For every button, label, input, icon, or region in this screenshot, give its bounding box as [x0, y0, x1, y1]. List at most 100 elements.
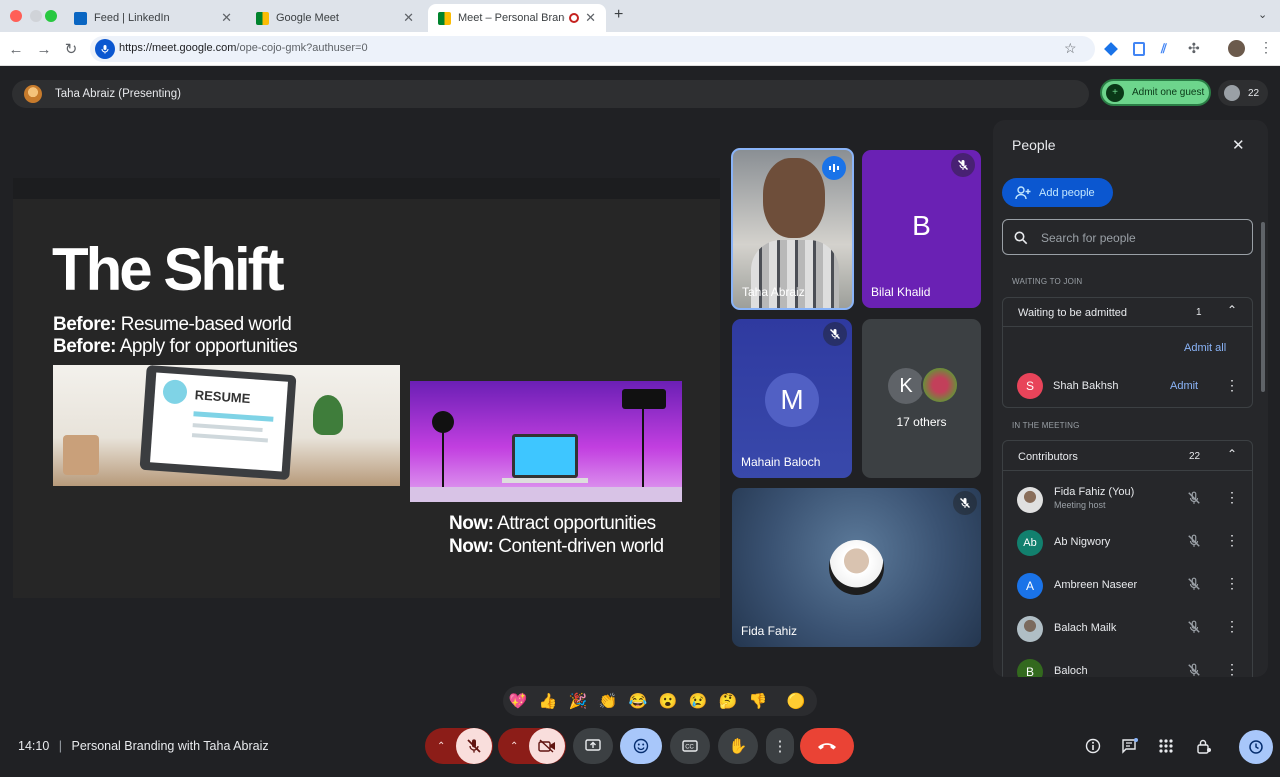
bookmark-star-icon[interactable]: ☆ [1064, 40, 1077, 57]
close-icon[interactable]: ✕ [403, 10, 414, 26]
reaction-surprised[interactable]: 😮 [655, 688, 681, 714]
waiting-group-header[interactable]: Waiting to be admitted 1 ⌃ [1003, 298, 1252, 327]
meeting-details-button[interactable] [1080, 733, 1106, 759]
new-tab-button[interactable]: + [614, 6, 623, 24]
tile-mahain-baloch[interactable]: M Mahain Baloch [732, 319, 852, 478]
meeting-title: Personal Branding with Taha Abraiz [71, 739, 269, 753]
admit-all-button[interactable]: Admit all [1184, 342, 1226, 354]
more-options-button[interactable]: ⋮ [766, 728, 794, 764]
slide-now-line-2: Now: Content-driven world [449, 536, 664, 557]
tab-google-meet[interactable]: Google Meet ✕ [246, 4, 424, 32]
more-options-icon[interactable]: ⋮ [1225, 377, 1239, 394]
window-zoom-button[interactable] [45, 10, 57, 22]
reaction-laugh[interactable]: 😂 [625, 688, 651, 714]
reaction-thumbs-up[interactable]: 👍 [535, 688, 561, 714]
mic-toggle-button[interactable] [456, 728, 492, 764]
list-item[interactable]: B Baloch ⋮ [1003, 651, 1252, 677]
analytics-extension-icon[interactable]: ⫽ [1161, 41, 1167, 57]
more-options-icon[interactable]: ⋮ [1225, 575, 1239, 592]
tile-name: Fida Fahiz [741, 624, 798, 638]
coffee-cup-shape [63, 435, 99, 475]
docs-extension-icon[interactable] [1133, 42, 1145, 56]
close-panel-icon[interactable]: ✕ [1232, 136, 1245, 154]
camera-options-chevron-icon[interactable]: ⌃ [510, 741, 518, 752]
chat-icon [1122, 738, 1138, 754]
camera-toggle-button[interactable] [529, 728, 565, 764]
timer-button[interactable] [1239, 730, 1273, 764]
chat-button[interactable] [1117, 733, 1143, 759]
browser-menu-icon[interactable]: ⋮ [1259, 39, 1273, 56]
mic-off-icon [951, 153, 975, 177]
forward-arrow-icon[interactable]: → [33, 38, 55, 60]
browser-tab-strip: Feed | LinkedIn ✕ Google Meet ✕ Meet – P… [0, 0, 1280, 32]
tile-others[interactable]: K 17 others [862, 319, 981, 478]
tile-taha-abraiz[interactable]: Taha Abraiz [731, 148, 854, 310]
more-options-icon[interactable]: ⋮ [1225, 661, 1239, 677]
tile-initial: B [912, 210, 931, 241]
tile-name: Bilal Khalid [871, 285, 931, 299]
back-arrow-icon[interactable]: ← [5, 38, 27, 60]
extension-icon[interactable] [1104, 42, 1118, 56]
list-item[interactable]: Ab Ab Nigwory ⋮ [1003, 522, 1252, 564]
panel-scrollbar[interactable] [1261, 222, 1265, 392]
profile-avatar[interactable] [1228, 40, 1245, 57]
tab-linkedin[interactable]: Feed | LinkedIn ✕ [64, 4, 242, 32]
tile-name: Taha Abraiz [742, 285, 805, 299]
mic-off-icon[interactable] [1187, 620, 1201, 634]
reaction-thinking[interactable]: 🤔 [715, 688, 741, 714]
chevron-up-icon[interactable]: ⌃ [1227, 303, 1237, 317]
list-item[interactable]: Balach Mailk ⋮ [1003, 608, 1252, 650]
add-person-icon: + [1106, 83, 1124, 102]
mic-off-icon[interactable] [1187, 491, 1201, 505]
admit-guest-button[interactable]: + Admit one guest [1100, 79, 1211, 106]
admit-button[interactable]: Admit [1170, 380, 1198, 392]
reload-icon[interactable]: ↻ [60, 38, 82, 60]
mic-off-icon[interactable] [1187, 534, 1201, 548]
svg-text:CC: CC [685, 744, 694, 750]
captions-icon: CC [682, 740, 698, 752]
close-icon[interactable]: ✕ [585, 10, 596, 26]
window-minimize-button[interactable] [30, 10, 42, 22]
presenter-avatar [24, 85, 42, 103]
reaction-skin-tone[interactable]: 🟡 [783, 688, 809, 714]
mic-off-icon[interactable] [1187, 663, 1201, 677]
reaction-thumbs-down[interactable]: 👎 [745, 688, 771, 714]
list-item[interactable]: A Ambreen Naseer ⋮ [1003, 565, 1252, 607]
reaction-heart[interactable]: 💖 [505, 688, 531, 714]
more-options-icon[interactable]: ⋮ [1225, 532, 1239, 549]
puzzle-extensions-icon[interactable]: ✣ [1188, 40, 1200, 57]
mic-off-icon[interactable] [1187, 577, 1201, 591]
leave-call-button[interactable] [800, 728, 854, 764]
host-controls-button[interactable] [1191, 733, 1217, 759]
add-people-button[interactable]: Add people [1002, 178, 1113, 207]
meet-icon [256, 11, 269, 25]
search-people-input[interactable]: Search for people [1002, 219, 1253, 255]
slide-top-margin [13, 178, 720, 199]
contributors-header[interactable]: Contributors 22 ⌃ [1003, 441, 1252, 471]
tile-bilal-khalid[interactable]: B Bilal Khalid [862, 150, 981, 308]
captions-button[interactable]: CC [670, 728, 710, 764]
mic-options-chevron-icon[interactable]: ⌃ [437, 741, 445, 752]
participants-button[interactable]: 22 [1218, 80, 1268, 106]
mic-indicator-icon[interactable] [95, 39, 115, 59]
reactions-button[interactable] [620, 728, 662, 764]
tab-meet-personal-branding[interactable]: Meet – Personal Branding ✕ [428, 4, 606, 32]
reaction-clap[interactable]: 👏 [595, 688, 621, 714]
window-close-button[interactable] [10, 10, 22, 22]
waiting-person-name: Shah Bakhsh [1053, 380, 1119, 392]
tab-search-chevron-icon[interactable]: ⌄ [1258, 8, 1267, 21]
present-screen-button[interactable] [573, 728, 613, 764]
more-options-icon[interactable]: ⋮ [1225, 489, 1239, 506]
avatar: S [1017, 373, 1043, 399]
raise-hand-button[interactable]: ✋ [718, 728, 758, 764]
list-item[interactable]: Fida Fahiz (You) Meeting host ⋮ [1003, 479, 1252, 521]
activities-button[interactable] [1153, 733, 1179, 759]
more-options-icon[interactable]: ⋮ [1225, 618, 1239, 635]
address-bar[interactable]: https://meet.google.com/ope-cojo-gmk?aut… [90, 36, 1095, 62]
reaction-party[interactable]: 🎉 [565, 688, 591, 714]
search-placeholder: Search for people [1041, 231, 1136, 245]
chevron-up-icon[interactable]: ⌃ [1227, 447, 1237, 461]
reaction-sad[interactable]: 😢 [685, 688, 711, 714]
close-icon[interactable]: ✕ [221, 10, 232, 26]
tile-fida-fahiz[interactable]: Fida Fahiz [732, 488, 981, 647]
